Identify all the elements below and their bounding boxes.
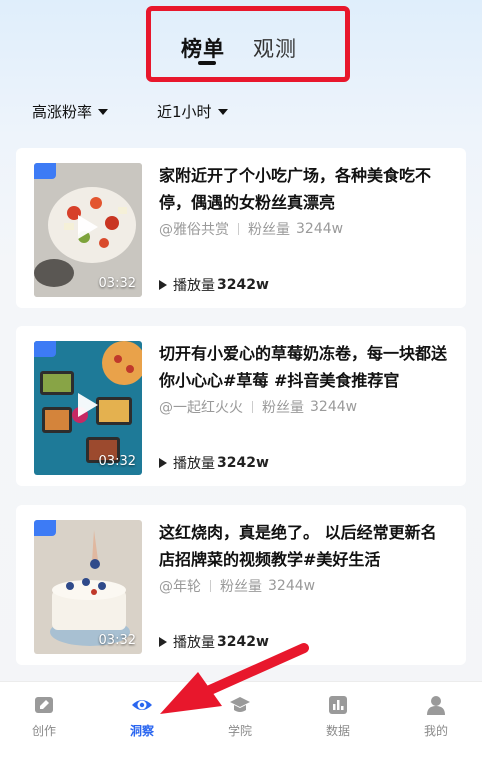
nav-item-academy[interactable]: 学院 [210, 694, 270, 739]
top-tab-bar: 榜单 观测 [146, 6, 350, 82]
video-title[interactable]: 切开有小爱心的草莓奶冻卷，每一块都送你小心心#草莓 #抖音美食推荐官 [159, 340, 451, 394]
plays-count: 3242w [217, 455, 269, 471]
nav-label: 学院 [227, 724, 252, 738]
nav-item-data[interactable]: 数据 [308, 694, 368, 739]
author-name[interactable]: @雅俗共赏 [159, 219, 229, 239]
video-card[interactable]: 03:32 这红烧肉，真是绝了。 以后经常更新名店招牌菜的视频教学#美好生活 @… [16, 505, 466, 665]
play-count: 播放量 3242w [159, 275, 269, 295]
video-card[interactable]: 03:32 家附近开了个小吃广场，各种美食吃不停，偶遇的女粉丝真漂亮 @雅俗共赏… [16, 148, 466, 308]
bottom-nav-bar: 创作 洞察 学院 数据 我的 [0, 681, 482, 765]
plays-count: 3242w [217, 277, 269, 293]
fans-count: 3244w [310, 399, 358, 415]
nav-item-profile[interactable]: 我的 [406, 694, 466, 739]
nav-label: 洞察 [129, 724, 154, 738]
play-triangle-icon [159, 280, 167, 290]
fans-count: 3244w [296, 221, 344, 237]
play-triangle-icon [159, 637, 167, 647]
video-meta: @年轮 粉丝量 3244w [159, 576, 315, 596]
bar-chart-icon [329, 696, 347, 714]
play-icon [78, 215, 98, 239]
plays-count: 3242w [217, 634, 269, 650]
fans-label: 粉丝量 [262, 400, 304, 416]
author-name[interactable]: @一起红火火 [159, 397, 243, 417]
time-filter-dropdown[interactable]: 近1小时 [157, 101, 228, 122]
graduation-cap-icon [230, 697, 250, 712]
divider [210, 580, 211, 592]
video-duration: 03:32 [98, 633, 136, 648]
play-count: 播放量 3242w [159, 453, 269, 473]
fans-count: 3244w [268, 578, 316, 594]
nav-label: 数据 [325, 724, 350, 738]
plays-label: 播放量 [173, 456, 215, 472]
divider [252, 401, 253, 413]
video-thumbnail[interactable]: 03:32 [34, 163, 142, 297]
nav-item-create[interactable]: 创作 [14, 694, 74, 739]
sort-filter-label: 高涨粉率 [32, 103, 93, 121]
nav-label: 创作 [31, 724, 56, 738]
tab-observe[interactable]: 观测 [253, 33, 297, 63]
video-duration: 03:32 [98, 454, 136, 469]
caret-down-icon [98, 108, 109, 115]
play-count: 播放量 3242w [159, 632, 269, 652]
eye-icon [132, 700, 152, 710]
video-title[interactable]: 这红烧肉，真是绝了。 以后经常更新名店招牌菜的视频教学#美好生活 [159, 519, 451, 573]
plays-label: 播放量 [173, 635, 215, 651]
video-title[interactable]: 家附近开了个小吃广场，各种美食吃不停，偶遇的女粉丝真漂亮 [159, 162, 451, 216]
play-triangle-icon [159, 458, 167, 468]
video-card[interactable]: 03:32 切开有小爱心的草莓奶冻卷，每一块都送你小心心#草莓 #抖音美食推荐官… [16, 326, 466, 486]
divider [238, 223, 239, 235]
tab-ranking[interactable]: 榜单 [181, 33, 225, 63]
video-thumbnail[interactable]: 03:32 [34, 520, 142, 654]
plays-label: 播放量 [173, 278, 215, 294]
video-meta: @一起红火火 粉丝量 3244w [159, 397, 357, 417]
nav-label: 我的 [423, 724, 448, 738]
video-thumbnail[interactable]: 03:32 [34, 341, 142, 475]
rank-badge [34, 341, 56, 357]
time-filter-label: 近1小时 [157, 103, 212, 121]
rank-badge [34, 163, 56, 179]
fans-label: 粉丝量 [248, 222, 290, 238]
sort-filter-dropdown[interactable]: 高涨粉率 [32, 101, 109, 122]
caret-down-icon [217, 108, 228, 115]
active-tab-indicator [198, 61, 216, 65]
play-icon [78, 393, 98, 417]
user-icon [427, 696, 445, 715]
nav-item-insight[interactable]: 洞察 [112, 694, 172, 739]
rank-badge [34, 520, 56, 536]
fans-label: 粉丝量 [220, 579, 262, 595]
video-duration: 03:32 [98, 276, 136, 291]
author-name[interactable]: @年轮 [159, 576, 201, 596]
video-meta: @雅俗共赏 粉丝量 3244w [159, 219, 343, 239]
pen-icon [35, 697, 53, 713]
